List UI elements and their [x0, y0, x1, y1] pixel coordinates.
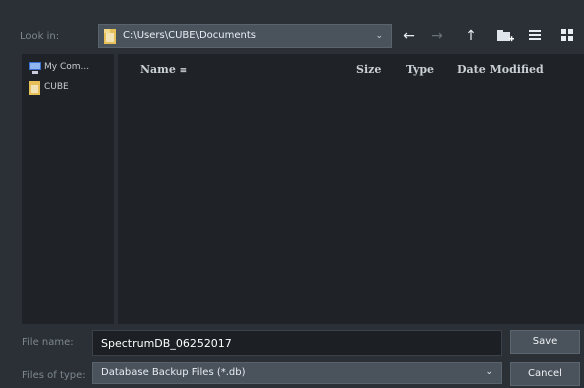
file-list[interactable]: Name ≡ Size Type Date Modified	[118, 54, 584, 324]
look-in-label: Look in:	[20, 31, 60, 42]
place-label: CUBE	[44, 82, 69, 92]
sort-icon: ≡	[179, 66, 188, 76]
forward-icon[interactable]: →	[428, 27, 446, 45]
places-panel: My Com... CUBE	[22, 54, 114, 324]
list-view-icon[interactable]	[526, 27, 544, 45]
new-folder-icon[interactable]	[496, 27, 514, 45]
column-date-modified[interactable]: Date Modified	[457, 63, 544, 76]
back-icon[interactable]: ←	[400, 27, 418, 45]
current-path: C:\Users\CUBE\Documents	[123, 30, 256, 41]
file-type-value: Database Backup Files (*.db)	[101, 367, 246, 378]
cancel-button[interactable]: Cancel	[510, 362, 580, 386]
chevron-down-icon: ⌄	[375, 31, 383, 41]
save-button[interactable]: Save	[510, 330, 580, 354]
bottom-panel: File name: SpectrumDB_06252017 Save File…	[0, 324, 584, 388]
column-name[interactable]: Name ≡	[140, 63, 187, 76]
details-view-icon[interactable]	[558, 27, 576, 45]
chevron-down-icon: ⌄	[485, 367, 493, 377]
column-type[interactable]: Type	[406, 63, 434, 76]
file-name-input[interactable]: SpectrumDB_06252017	[92, 330, 502, 356]
computer-icon	[29, 62, 41, 74]
up-icon[interactable]: ↑	[462, 27, 480, 45]
file-type-combo[interactable]: Database Backup Files (*.db) ⌄	[92, 362, 502, 384]
place-label: My Com...	[44, 62, 90, 72]
user-folder-icon	[29, 81, 40, 95]
column-size[interactable]: Size	[356, 63, 381, 76]
folder-icon	[104, 29, 116, 44]
file-name-label: File name:	[22, 337, 74, 348]
file-type-label: Files of type:	[22, 370, 86, 381]
look-in-combo[interactable]: C:\Users\CUBE\Documents ⌄	[98, 24, 392, 48]
